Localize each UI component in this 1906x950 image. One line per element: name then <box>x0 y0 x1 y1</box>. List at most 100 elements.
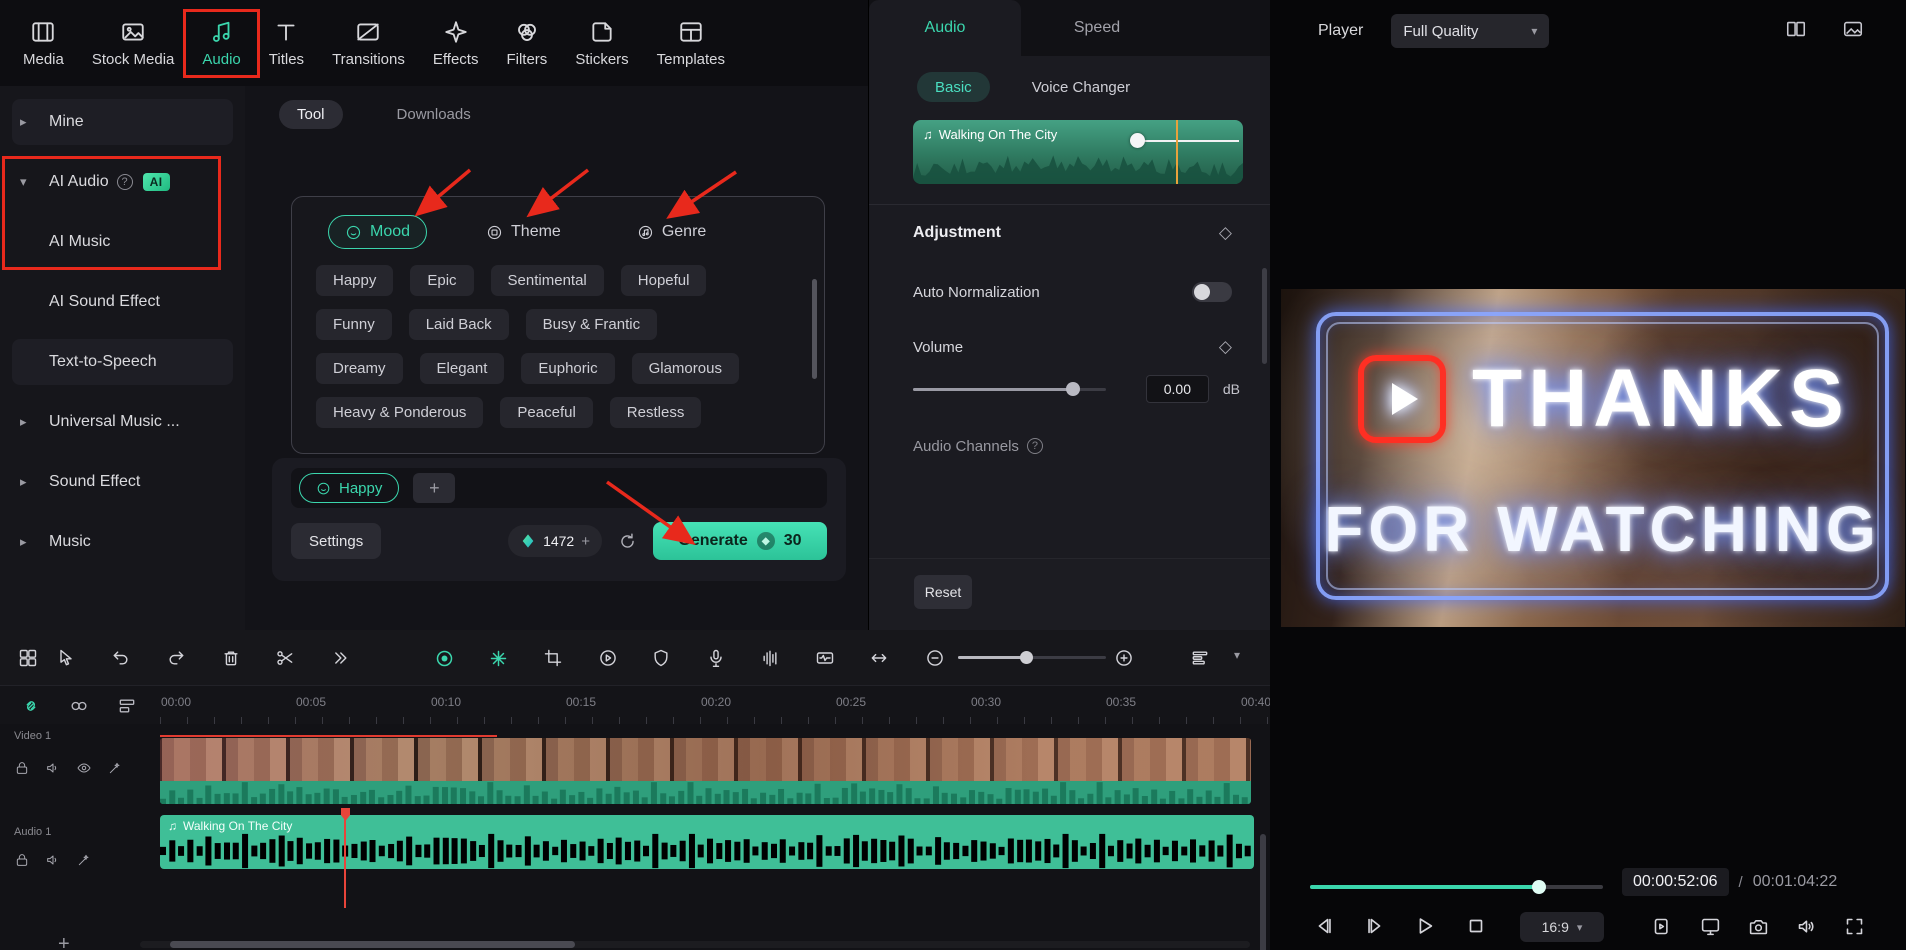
nav-item-filters[interactable]: Filters <box>493 11 560 76</box>
view-grid-button[interactable] <box>12 642 44 674</box>
credits-counter[interactable]: 1472 + <box>508 525 602 557</box>
nav-item-stickers[interactable]: Stickers <box>562 11 641 76</box>
snapshot-button[interactable] <box>1744 912 1772 940</box>
tab-speed[interactable]: Speed <box>1021 0 1173 56</box>
timeline-horizontal-scrollbar[interactable] <box>140 941 1250 948</box>
reset-adjustment-icon[interactable]: ◇ <box>1219 223 1232 243</box>
zoom-slider-knob[interactable] <box>1020 651 1033 664</box>
crop-button[interactable] <box>537 642 569 674</box>
ripple-edit-button[interactable] <box>114 693 140 719</box>
track-magic-button[interactable] <box>107 760 123 776</box>
play-button[interactable] <box>1411 912 1439 940</box>
volume-slider-knob[interactable] <box>1066 381 1080 396</box>
auto-reframe-button[interactable] <box>863 642 895 674</box>
volume-slider[interactable] <box>913 381 1106 396</box>
add-tag-button[interactable]: + <box>413 473 456 503</box>
sidebar-item-ai-audio[interactable]: ▾ AI Audio ? AI <box>0 152 245 212</box>
dual-view-button[interactable] <box>1785 18 1807 40</box>
beat-detection-button[interactable] <box>809 642 841 674</box>
tab-audio[interactable]: Audio <box>869 0 1021 56</box>
hide-track-button[interactable] <box>76 760 92 776</box>
generate-button[interactable]: Generate ◆ 30 <box>653 522 827 560</box>
selected-tag-chip[interactable]: Happy <box>299 473 400 503</box>
help-icon[interactable]: ? <box>1026 438 1043 454</box>
undo-button[interactable] <box>105 642 137 674</box>
category-genre[interactable]: Genre <box>620 215 723 249</box>
delete-button[interactable] <box>215 642 247 674</box>
mood-tag-epic[interactable]: Epic <box>410 265 474 296</box>
sidebar-item-music[interactable]: ▸ Music <box>0 512 245 572</box>
mood-tag-heavy-ponderous[interactable]: Heavy & Ponderous <box>316 397 484 428</box>
previous-frame-button[interactable] <box>1310 912 1338 940</box>
video-preview[interactable]: THANKS FOR WATCHING <box>1281 289 1905 627</box>
volume-button[interactable] <box>1792 912 1820 940</box>
auto-normalization-toggle[interactable] <box>1192 282 1232 302</box>
smart-cutout-button[interactable] <box>482 642 514 674</box>
group-link-button[interactable] <box>66 693 92 719</box>
nav-item-stock-media[interactable]: Stock Media <box>79 11 188 76</box>
redo-button[interactable] <box>160 642 192 674</box>
category-mood[interactable]: Mood <box>328 215 428 249</box>
mute-track-button[interactable] <box>45 760 61 776</box>
display-button[interactable] <box>1696 912 1724 940</box>
aspect-ratio-dropdown[interactable]: 16:9 ▾ <box>1520 912 1604 942</box>
timeline-ruler[interactable]: 00:00 00:05 00:10 00:15 00:20 00:25 00:30 00:35… <box>0 686 1270 724</box>
refresh-credits-button[interactable] <box>618 532 637 551</box>
audio-mixer-button[interactable] <box>754 642 786 674</box>
motion-track-button[interactable] <box>428 642 460 674</box>
mask-button[interactable] <box>645 642 677 674</box>
sidebar-item-ai-music[interactable]: AI Music <box>0 212 245 272</box>
next-frame-button[interactable] <box>1361 912 1389 940</box>
mood-tag-peaceful[interactable]: Peaceful <box>500 397 593 428</box>
help-icon[interactable]: ? <box>116 174 133 190</box>
sidebar-item-sound-effect[interactable]: ▸ Sound Effect <box>0 452 245 512</box>
subtab-voice-changer[interactable]: Voice Changer <box>1032 79 1130 96</box>
lock-track-button[interactable] <box>14 760 30 776</box>
mood-tag-happy[interactable]: Happy <box>316 265 394 296</box>
zoom-slider[interactable] <box>958 651 1106 664</box>
audio-clip-preview[interactable]: ♫ Walking On The City <box>913 120 1243 184</box>
mood-tag-restless[interactable]: Restless <box>609 397 702 428</box>
playhead[interactable] <box>341 808 350 908</box>
tab-downloads[interactable]: Downloads <box>379 100 489 129</box>
track-manager-button[interactable] <box>1184 642 1216 674</box>
more-tools-button[interactable] <box>324 642 356 674</box>
volume-value-input[interactable]: 0.00 <box>1145 375 1209 403</box>
progress-knob[interactable] <box>1532 880 1546 894</box>
timeline-vertical-scrollbar[interactable] <box>1260 834 1266 950</box>
sidebar-item-mine[interactable]: ▸ Mine <box>0 92 245 152</box>
add-track-button[interactable]: + <box>58 933 70 950</box>
mute-track-button[interactable] <box>45 852 61 868</box>
track-magic-button[interactable] <box>76 852 92 868</box>
quality-dropdown[interactable]: Full Quality ▾ <box>1391 14 1550 48</box>
mood-scrollbar[interactable] <box>812 279 817 379</box>
sidebar-item-text-to-speech[interactable]: Text-to-Speech <box>0 332 245 392</box>
voiceover-button[interactable] <box>700 642 732 674</box>
category-theme[interactable]: Theme <box>469 215 578 249</box>
nav-item-transitions[interactable]: Transitions <box>319 11 418 76</box>
nav-item-titles[interactable]: Titles <box>256 11 317 76</box>
scrollbar-thumb[interactable] <box>170 941 575 948</box>
add-credits-icon[interactable]: + <box>581 533 590 550</box>
mood-tag-funny[interactable]: Funny <box>316 309 392 340</box>
audio-clip[interactable]: ♫ Walking On The City <box>160 815 1254 869</box>
lock-track-button[interactable] <box>14 852 30 868</box>
auto-link-button[interactable] <box>18 693 44 719</box>
nav-item-audio[interactable]: Audio <box>183 8 260 78</box>
sidebar-item-ai-sound-effect[interactable]: AI Sound Effect <box>0 272 245 332</box>
split-button[interactable] <box>269 642 301 674</box>
background-button[interactable] <box>1842 18 1864 40</box>
mood-tag-sentimental[interactable]: Sentimental <box>490 265 604 296</box>
tab-tool[interactable]: Tool <box>279 100 343 129</box>
nav-item-effects[interactable]: Effects <box>420 11 492 76</box>
volume-envelope-knob[interactable] <box>1130 133 1145 148</box>
mood-tag-busy-frantic[interactable]: Busy & Frantic <box>525 309 658 340</box>
stop-button[interactable] <box>1462 912 1490 940</box>
select-tool-button[interactable] <box>50 642 82 674</box>
properties-scrollbar[interactable] <box>1262 268 1267 364</box>
settings-button[interactable]: Settings <box>291 523 382 559</box>
nav-item-media[interactable]: Media <box>10 11 77 76</box>
chevron-down-icon[interactable]: ▾ <box>1234 648 1240 662</box>
mood-tag-laid-back[interactable]: Laid Back <box>408 309 509 340</box>
playback-progress[interactable] <box>1310 880 1603 894</box>
